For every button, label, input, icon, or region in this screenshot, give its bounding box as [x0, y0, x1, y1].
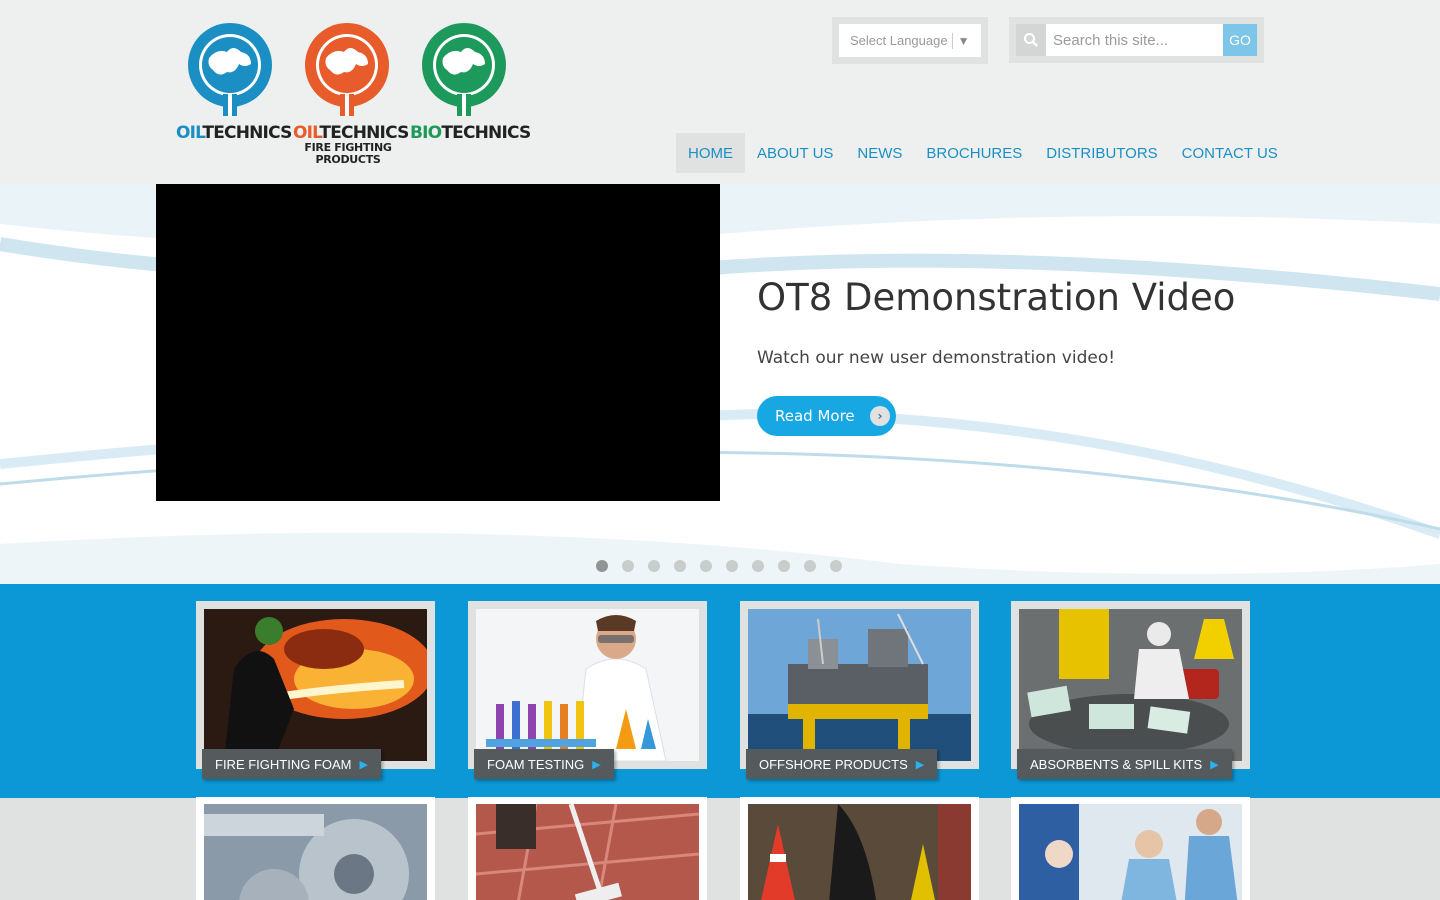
main-nav: HOME ABOUT US NEWS BROCHURES DISTRIBUTOR… [676, 133, 1290, 173]
search-go-button[interactable]: GO [1223, 24, 1257, 56]
product-card-safety[interactable] [740, 797, 979, 900]
nav-distributors[interactable]: DISTRIBUTORS [1034, 133, 1169, 173]
slide-dot[interactable] [596, 560, 608, 572]
nav-home[interactable]: HOME [676, 133, 745, 173]
site-header: OILTECHNICS OILTECHNICS FIRE FIGHTING PRO… [0, 0, 1440, 184]
search-icon [1016, 24, 1046, 56]
language-select[interactable]: Select Language ▼ [839, 24, 981, 57]
chevron-right-icon: › [870, 406, 890, 426]
product-label[interactable]: ABSORBENTS & SPILL KITS ▶ [1017, 749, 1232, 779]
slider-pagination [596, 560, 842, 572]
floor-cleaning-image [476, 804, 699, 900]
read-more-button[interactable]: Read More › [757, 396, 896, 436]
product-card-absorbents-spill-kits[interactable]: ABSORBENTS & SPILL KITS ▶ [1011, 601, 1250, 779]
play-arrow-icon: ▶ [915, 758, 925, 771]
product-label-text: FIRE FIGHTING FOAM [215, 756, 352, 772]
product-card-cleaning[interactable] [468, 797, 707, 900]
product-label-text: OFFSHORE PRODUCTS [759, 756, 908, 772]
product-card-foam-testing[interactable]: FOAM TESTING ▶ [468, 601, 707, 779]
offshore-platform-image [748, 609, 971, 761]
product-label[interactable]: FIRE FIGHTING FOAM ▶ [202, 749, 381, 779]
slide-dot[interactable] [726, 560, 738, 572]
slide-dot[interactable] [622, 560, 634, 572]
slide-title: OT8 Demonstration Video [757, 276, 1236, 319]
search-bar: GO [1009, 17, 1264, 63]
product-label-text: FOAM TESTING [487, 756, 585, 772]
logo-subtitle: FIRE FIGHTING PRODUCTS [304, 141, 392, 166]
lab-testing-image [476, 609, 699, 761]
healthcare-image [1019, 804, 1242, 900]
logo-wordmark: OILTECHNICS [293, 123, 409, 143]
chevron-down-icon: ▼ [957, 33, 970, 48]
nav-about-us[interactable]: ABOUT US [745, 133, 845, 173]
slide-dot[interactable] [778, 560, 790, 572]
video-player[interactable] [156, 184, 720, 501]
globe-icon [304, 22, 390, 116]
read-more-label: Read More [775, 407, 855, 425]
play-arrow-icon: ▶ [359, 758, 368, 771]
slide-dot[interactable] [700, 560, 712, 572]
oiltechnics-fire-logo[interactable]: OILTECHNICS FIRE FIGHTING PRODUCTS [293, 22, 419, 170]
nav-news[interactable]: NEWS [845, 133, 914, 173]
product-card-offshore-products[interactable]: OFFSHORE PRODUCTS ▶ [740, 601, 979, 779]
slide-dot[interactable] [648, 560, 660, 572]
play-arrow-icon: ▶ [592, 758, 601, 771]
fire-fighting-image [204, 609, 427, 761]
product-card-fire-fighting-foam[interactable]: FIRE FIGHTING FOAM ▶ [196, 601, 435, 779]
play-arrow-icon: ▶ [1210, 758, 1219, 771]
oiltechnics-logo[interactable]: OILTECHNICS [176, 22, 302, 170]
language-selector-container: Select Language ▼ [832, 17, 988, 64]
product-card-industrial[interactable] [196, 797, 435, 900]
search-input[interactable] [1046, 24, 1223, 56]
biotechnics-logo[interactable]: BIOTECHNICS [410, 22, 536, 170]
product-label[interactable]: OFFSHORE PRODUCTS ▶ [746, 749, 938, 779]
gears-image [204, 804, 427, 900]
slide-dot[interactable] [752, 560, 764, 572]
slide-dot[interactable] [674, 560, 686, 572]
slide-dot[interactable] [804, 560, 816, 572]
globe-icon [421, 22, 507, 116]
product-card-healthcare[interactable] [1011, 797, 1250, 900]
slide-dot[interactable] [830, 560, 842, 572]
spill-kit-image [1019, 609, 1242, 761]
logo-wordmark: BIOTECHNICS [410, 123, 531, 143]
logo-wordmark: OILTECHNICS [176, 123, 292, 143]
divider [951, 32, 953, 49]
product-label[interactable]: FOAM TESTING ▶ [474, 749, 614, 779]
slide-description: Watch our new user demonstration video! [757, 348, 1116, 368]
nav-contact-us[interactable]: CONTACT US [1170, 133, 1290, 173]
nav-brochures[interactable]: BROCHURES [914, 133, 1034, 173]
safety-cones-image [748, 804, 971, 900]
product-label-text: ABSORBENTS & SPILL KITS [1030, 756, 1203, 772]
globe-icon [187, 22, 273, 116]
language-select-label: Select Language [850, 33, 948, 48]
hero-slider: OT8 Demonstration Video Watch our new us… [0, 184, 1440, 584]
